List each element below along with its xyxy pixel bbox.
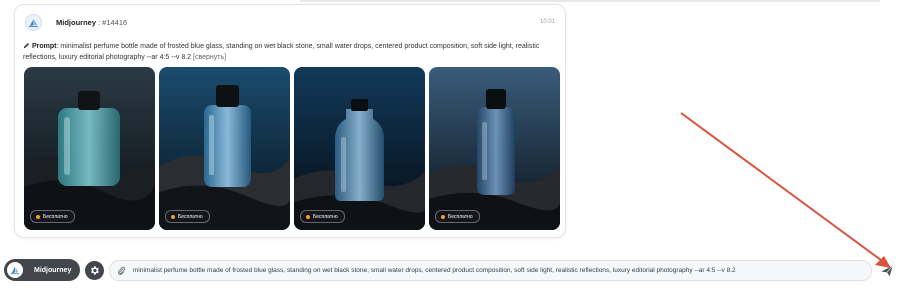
- message-time: 10:01: [539, 19, 555, 25]
- collapse-link[interactable]: [свернуть]: [193, 54, 226, 61]
- prompt-label: Prompt: [32, 43, 57, 50]
- gear-icon: [91, 266, 99, 275]
- paperclip-icon[interactable]: [115, 265, 127, 277]
- free-badge: Бесплатно: [435, 210, 480, 223]
- generated-image-2[interactable]: Бесплатно: [159, 67, 290, 230]
- bot-name: Midjourney: [56, 17, 97, 27]
- prompt-input-value: minimalist perfume bottle made of froste…: [133, 267, 736, 274]
- midjourney-sail-icon: [7, 262, 23, 278]
- divider: [300, 0, 880, 2]
- generated-image-3[interactable]: Бесплатно: [294, 67, 425, 230]
- model-selector[interactable]: Midjourney: [4, 259, 80, 281]
- prompt-text: : minimalist perfume bottle made of fros…: [23, 43, 540, 61]
- free-badge: Бесплатно: [30, 210, 75, 223]
- generated-image-1[interactable]: Бесплатно: [24, 67, 155, 230]
- coin-icon: [171, 214, 175, 219]
- free-badge: Бесплатно: [300, 210, 345, 223]
- message-card: Midjourney : #14416 10:01 Prompt: minima…: [14, 4, 566, 238]
- composer-bar: Midjourney minimalist perfume bottle mad…: [0, 256, 900, 288]
- send-button[interactable]: [880, 264, 896, 280]
- midjourney-sail-icon: [25, 13, 42, 31]
- free-badge: Бесплатно: [165, 210, 210, 223]
- coin-icon: [36, 214, 40, 219]
- pencil-icon: [23, 42, 30, 53]
- coin-icon: [441, 214, 445, 219]
- coin-icon: [306, 214, 310, 219]
- prompt-input[interactable]: minimalist perfume bottle made of froste…: [109, 260, 872, 281]
- model-name: Midjourney: [34, 266, 72, 274]
- message-id: : #14416: [98, 17, 128, 27]
- image-grid: Бесплатно Бесплатно Бесплатно Бесплатно: [24, 67, 560, 230]
- settings-button[interactable]: [85, 261, 104, 280]
- prompt-text-block: Prompt: minimalist perfume bottle made o…: [23, 42, 563, 63]
- generated-image-4[interactable]: Бесплатно: [429, 67, 560, 230]
- message-header: Midjourney : #14416 10:01: [25, 12, 555, 32]
- send-plane-icon: [881, 265, 893, 277]
